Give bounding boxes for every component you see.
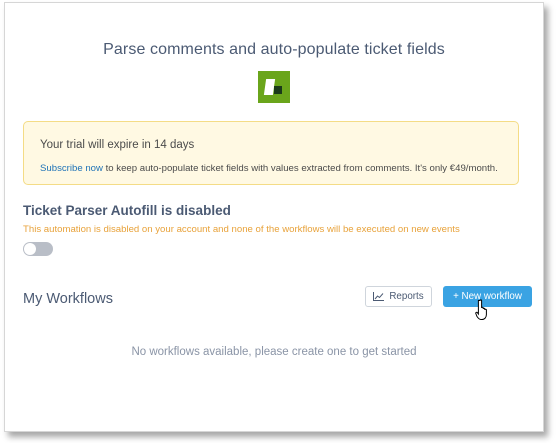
chart-icon (373, 292, 385, 301)
status-description: This automation is disabled on your acco… (23, 224, 460, 235)
page-title: Parse comments and auto-populate ticket … (103, 41, 445, 58)
automation-toggle[interactable] (23, 242, 53, 256)
reports-label: Reports (389, 291, 424, 302)
reports-button[interactable]: Reports (365, 286, 432, 307)
trial-body: Subscribe now to keep auto-populate tick… (40, 163, 498, 174)
trial-body-text: to keep auto-populate ticket fields with… (102, 163, 498, 174)
trial-notice: Your trial will expire in 14 days Subscr… (23, 121, 519, 185)
hand-cursor-icon (475, 299, 493, 321)
status-title: Ticket Parser Autofill is disabled (23, 203, 231, 218)
toggle-knob (24, 243, 36, 255)
empty-state-message: No workflows available, please create on… (131, 346, 417, 358)
app-logo-icon (258, 71, 290, 103)
app-panel: Parse comments and auto-populate ticket … (4, 2, 544, 432)
subscribe-link[interactable]: Subscribe now (40, 163, 103, 174)
workflows-title: My Workflows (23, 291, 113, 307)
trial-heading: Your trial will expire in 14 days (40, 139, 195, 151)
